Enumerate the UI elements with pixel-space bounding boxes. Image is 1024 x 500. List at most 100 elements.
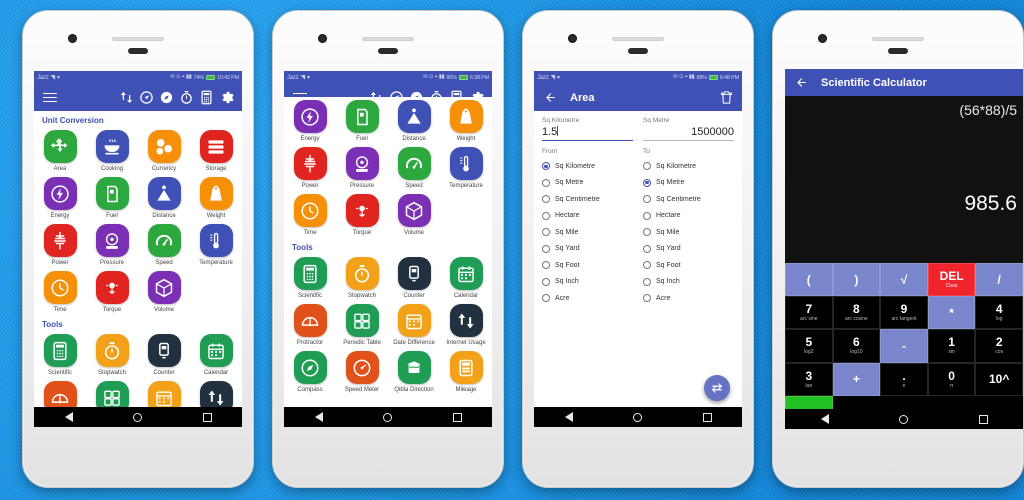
grid-item-time[interactable]: Time (34, 268, 86, 315)
to-radio-sq-metre[interactable]: Sq Metre (643, 175, 734, 192)
unit-conversion-grid-scrolled[interactable]: Energy Fuel Distance Weight Power Pressure Spe… (284, 97, 492, 238)
from-radio-acre[interactable]: Acre (542, 290, 633, 307)
grid-item-scientific[interactable]: Scientific (34, 331, 86, 378)
grid-item-currency[interactable]: Currency (138, 127, 190, 174)
grid-item-stopwatch[interactable]: Stopwatch (86, 331, 138, 378)
from-radio-hectare[interactable]: Hectare (542, 208, 633, 225)
calc-key-4[interactable]: 4 log (975, 296, 1023, 330)
grid-item-cooking[interactable]: Cooking (86, 127, 138, 174)
calc-key-sym[interactable]: ) (832, 263, 881, 297)
grid-item-temperature[interactable]: Temperature (190, 221, 242, 268)
from-radio-sq-kilometre[interactable]: Sq Kilometre (542, 158, 633, 175)
unit-selection-area[interactable]: From Sq Kilometre Sq Metre Sq Centimetre He… (542, 148, 734, 307)
home-content-phone1[interactable]: Unit Conversion Area Cooking Currency Stora… (34, 111, 242, 427)
calc-key-2[interactable]: 2 cos (975, 329, 1023, 363)
calc-key-sym[interactable]: ( (785, 263, 833, 297)
from-radio-sq-mile[interactable]: Sq Mile (542, 224, 633, 241)
grid-item-torque[interactable]: Torque (336, 191, 388, 238)
swap-units-fab[interactable] (704, 375, 730, 401)
grid-item-area[interactable]: Area (34, 127, 86, 174)
calc-key-sym[interactable]: / (975, 263, 1023, 297)
stopwatch-icon[interactable] (176, 88, 196, 108)
calc-key-sym[interactable]: - (880, 329, 928, 363)
to-radio-hectare[interactable]: Hectare (643, 208, 734, 225)
grid-item-counter[interactable]: Counter (138, 331, 190, 378)
from-unit-column[interactable]: From Sq Kilometre Sq Metre Sq Centimetre He… (542, 148, 633, 307)
calc-key-7[interactable]: 7 arc sine (785, 296, 833, 330)
grid-item-date-difference[interactable]: Date Difference (388, 301, 440, 348)
android-nav-bar[interactable] (534, 407, 742, 427)
grid-item-distance[interactable]: Distance (138, 174, 190, 221)
nav-back-icon[interactable] (564, 412, 574, 422)
to-radio-sq-inch[interactable]: Sq Inch (643, 274, 734, 291)
grid-item-counter[interactable]: Counter (388, 254, 440, 301)
nav-recents-icon[interactable] (978, 414, 988, 424)
calc-key-sym[interactable]: √ (880, 263, 928, 297)
grid-item-pressure[interactable]: Pressure (86, 221, 138, 268)
internet-usage-icon[interactable] (116, 88, 136, 108)
calc-key-5[interactable]: 5 log2 (785, 329, 833, 363)
grid-item-energy[interactable]: Energy (34, 174, 86, 221)
calc-key-1[interactable]: 1 sin (927, 329, 976, 363)
calc-key-sym[interactable]: .e (880, 362, 928, 396)
from-value-input[interactable]: 1.5 (542, 124, 633, 141)
to-radio-sq-centimetre[interactable]: Sq Centimetre (643, 191, 734, 208)
grid-item-storage[interactable]: Storage (190, 127, 242, 174)
android-nav-bar[interactable] (785, 409, 1023, 429)
calc-key-sym[interactable]: + (832, 362, 881, 396)
calc-key-8[interactable]: 8 arc cosine (832, 296, 881, 330)
to-unit-column[interactable]: To Sq Kilometre Sq Metre Sq Centimetre Hect… (643, 148, 734, 307)
from-radio-sq-centimetre[interactable]: Sq Centimetre (542, 191, 633, 208)
to-radio-sq-mile[interactable]: Sq Mile (643, 224, 734, 241)
to-radio-sq-yard[interactable]: Sq Yard (643, 241, 734, 258)
nav-home-icon[interactable] (383, 412, 393, 422)
menu-button[interactable] (40, 88, 60, 108)
grid-item-distance[interactable]: Distance (388, 97, 440, 144)
grid-item-fuel[interactable]: Fuel (336, 97, 388, 144)
grid-item-calendar[interactable]: Calendar (190, 331, 242, 378)
calc-key-6[interactable]: 6 log10 (832, 329, 881, 363)
calc-key-3[interactable]: 3 tan (785, 362, 833, 396)
grid-item-power[interactable]: Power (34, 221, 86, 268)
nav-back-icon[interactable] (64, 412, 74, 422)
grid-item-torque[interactable]: Torque (86, 268, 138, 315)
from-radio-sq-inch[interactable]: Sq Inch (542, 274, 633, 291)
to-radio-sq-foot[interactable]: Sq Foot (643, 257, 734, 274)
grid-item-power[interactable]: Power (284, 144, 336, 191)
from-radio-sq-foot[interactable]: Sq Foot (542, 257, 633, 274)
to-radio-sq-kilometre[interactable]: Sq Kilometre (643, 158, 734, 175)
to-radio-list[interactable]: Sq Kilometre Sq Metre Sq Centimetre Hectare… (643, 158, 734, 307)
tools-grid[interactable]: Scientific Stopwatch Counter Calendar Protra… (284, 254, 492, 395)
calc-key-9[interactable]: 9 arc tangent (880, 296, 928, 330)
calc-key-sym[interactable]: * (927, 296, 976, 330)
android-nav-bar[interactable] (34, 407, 242, 427)
nav-home-icon[interactable] (899, 414, 909, 424)
unit-conversion-grid[interactable]: Area Cooking Currency Storage Energy Fuel Dist… (34, 127, 242, 315)
grid-item-fuel[interactable]: Fuel (86, 174, 138, 221)
grid-item-weight[interactable]: Weight (440, 97, 492, 144)
from-radio-list[interactable]: Sq Kilometre Sq Metre Sq Centimetre Hectare… (542, 158, 633, 307)
nav-recents-icon[interactable] (452, 412, 462, 422)
nav-home-icon[interactable] (633, 412, 643, 422)
calc-key-DEL[interactable]: DEL Clear (927, 263, 976, 297)
speed-meter-icon[interactable] (136, 88, 156, 108)
calc-key-0[interactable]: 0π (927, 362, 976, 396)
grid-item-scientific[interactable]: Scientific (284, 254, 336, 301)
calculator-icon[interactable] (196, 88, 216, 108)
compass-icon[interactable] (156, 88, 176, 108)
grid-item-qibla-direction[interactable]: Qibla Direction (388, 348, 440, 395)
grid-item-protractor[interactable]: Protractor (284, 301, 336, 348)
from-radio-sq-metre[interactable]: Sq Metre (542, 175, 633, 192)
trash-icon[interactable] (716, 88, 736, 108)
back-arrow-icon[interactable] (791, 73, 811, 93)
grid-item-volume[interactable]: Volume (388, 191, 440, 238)
grid-item-speed[interactable]: Speed (388, 144, 440, 191)
grid-item-speed[interactable]: Speed (138, 221, 190, 268)
settings-icon[interactable] (216, 88, 236, 108)
grid-item-periodic-table[interactable]: Periodic Table (336, 301, 388, 348)
nav-recents-icon[interactable] (702, 412, 712, 422)
grid-item-calendar[interactable]: Calendar (440, 254, 492, 301)
grid-item-speed-meter[interactable]: Speed Meter (336, 348, 388, 395)
grid-item-energy[interactable]: Energy (284, 97, 336, 144)
back-arrow-icon[interactable] (540, 88, 560, 108)
